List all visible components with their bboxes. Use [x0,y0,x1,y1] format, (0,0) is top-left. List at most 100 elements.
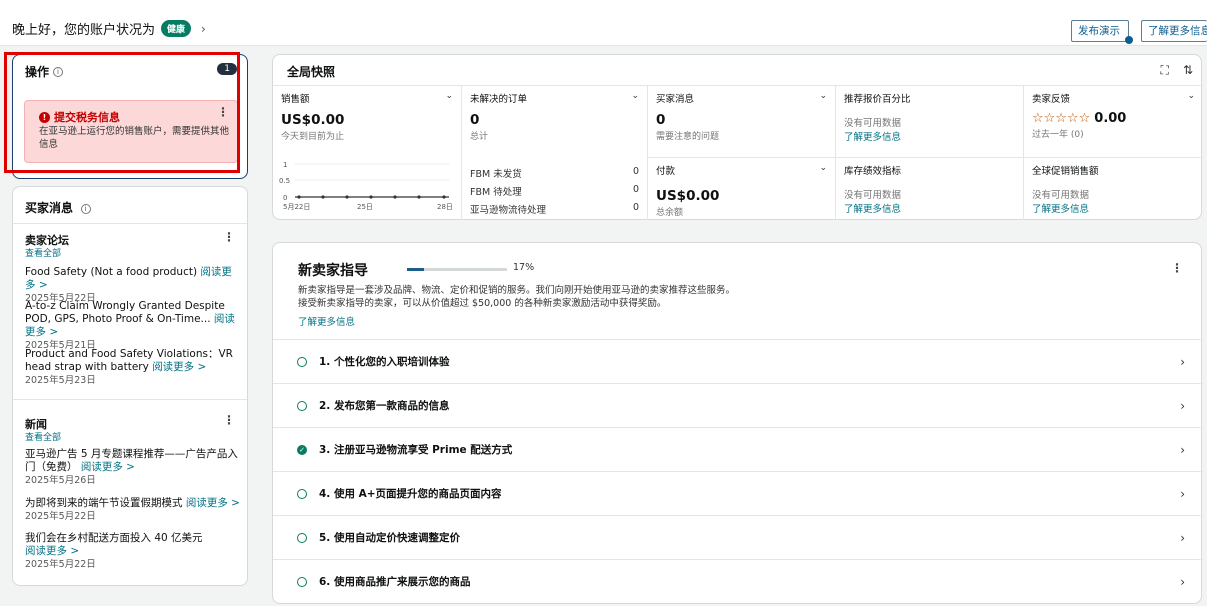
highlight-box [4,52,240,173]
chevron-down-icon[interactable]: ⌄ [819,91,827,101]
read-more-link[interactable]: 阅读更多 > [152,361,206,373]
feedback-label: 卖家反馈 [1032,94,1071,105]
new-seller-guidance-card: 新卖家指导 17% ⋮ 新卖家指导是一套涉及品牌、物流、定价和促销的服务。我们向… [272,242,1203,604]
chevron-right-icon[interactable]: › [1180,355,1185,369]
open-orders-tile[interactable]: 未解决的订单 ⌄ 0 总计 [461,85,647,157]
inventory-label: 库存绩效指标 [844,166,902,177]
no-data-text: 没有可用数据 [844,190,902,201]
completed-check-icon: ✓ [297,444,307,455]
no-data-text: 没有可用数据 [844,118,902,129]
star-rating-icon: ☆☆☆☆☆ [1032,111,1091,126]
forum-more-icon[interactable]: ⋮ [223,230,235,244]
guidance-step[interactable]: 5. 使用自动定价快速调整定价 › [273,515,1203,559]
global-promotion-sales-tile[interactable]: 全球促销销售额 没有可用数据 了解更多信息 [1023,157,1203,220]
list-item[interactable]: 亚马逊物流待处理 0 [470,202,639,216]
chevron-down-icon[interactable]: ⌄ [1187,91,1195,101]
payments-label: 付款 [656,166,676,177]
payments-tile[interactable]: 付款 ⌄ US$0.00 总余额 [647,157,835,220]
post-date: 2025年5月23日 [25,375,96,386]
step-label: 3. 注册亚马逊物流享受 Prime 配送方式 [319,444,513,456]
list-item: 亚马逊广告 5 月专题课程推荐——广告产品入门（免费） 阅读更多 > 2025年… [25,448,240,487]
chevron-down-icon[interactable]: ⌄ [631,91,639,101]
payments-sub: 总余额 [656,208,684,218]
incomplete-circle-icon [297,400,307,411]
sales-tile[interactable]: 销售额 ⌄ US$0.00 今天到目前为止 1 0.5 0 5月22日 25日 … [273,85,461,220]
x-tick: 5月22日 [283,203,310,211]
step-label: 1. 个性化您的入职培训体验 [319,356,450,368]
y-tick: 0 [283,194,287,202]
incomplete-circle-icon [297,532,307,543]
divider [13,223,247,224]
guidance-progress-percent: 17% [513,262,535,273]
sales-value: US$0.00 [281,112,345,128]
more-options-icon[interactable]: ⋮ [1171,261,1183,275]
list-item[interactable]: FBM 待处理 0 [470,184,639,198]
chevron-right-icon[interactable]: › [1180,531,1185,545]
y-tick: 0.5 [279,177,290,185]
post-title: A-to-z Claim Wrongly Granted Despite POD… [25,300,225,325]
payments-value: US$0.00 [656,188,720,204]
feedback-sub: 过去一年 (0) [1032,130,1084,140]
sales-sub: 今天到目前为止 [281,132,345,142]
seller-feedback-tile[interactable]: 卖家反馈 ⌄ ☆☆☆☆☆ 0.00 过去一年 (0) [1023,85,1203,157]
tour-dot-icon [1125,36,1133,44]
chevron-right-icon[interactable]: › [1180,443,1185,457]
learn-more-button[interactable]: 了解更多信息 [1141,20,1207,42]
read-more-link[interactable]: 阅读更多 > [81,461,135,473]
info-icon[interactable]: i [80,204,91,214]
x-tick: 25日 [357,203,373,211]
kv-value: 0 [632,166,639,177]
learn-more-link[interactable]: 了解更多信息 [844,129,1015,143]
chevron-right-icon[interactable]: › [1180,575,1185,589]
global-promo-label: 全球促销销售额 [1032,166,1099,177]
read-more-link[interactable]: 阅读更多 > [25,545,79,557]
settings-sliders-icon[interactable]: ⇅ [1183,63,1193,78]
guidance-step[interactable]: 1. 个性化您的入职培训体验 › [273,339,1203,383]
health-badge: 健康 [161,20,192,37]
post-date: 2025年5月22日 [25,511,96,522]
featured-offer-tile[interactable]: 推荐报价百分比 没有可用数据 了解更多信息 [835,85,1023,157]
post-title: Food Safety (Not a food product) [25,266,198,278]
news-view-all-link[interactable]: 查看全部 [25,430,61,443]
account-health-greeting[interactable]: 晚上好，您的账户状况为 健康 › [12,19,206,38]
inventory-performance-tile[interactable]: 库存绩效指标 没有可用数据 了解更多信息 [835,157,1023,220]
list-item: A-to-z Claim Wrongly Granted Despite POD… [25,300,240,352]
list-item: 为即将到来的端午节设置假期模式 阅读更多 > 2025年5月22日 [25,497,240,523]
buyer-messages-tile[interactable]: 买家消息 ⌄ 0 需要注意的问题 [647,85,835,157]
divider [13,399,247,400]
incomplete-circle-icon [297,576,307,587]
post-date: 2025年5月26日 [25,475,96,486]
sales-label: 销售额 [281,94,310,105]
learn-more-link[interactable]: 了解更多信息 [844,201,1015,215]
top-bar: 晚上好，您的账户状况为 健康 › 发布演示 了解更多信息 [0,0,1207,46]
read-more-link[interactable]: 阅读更多 > [186,497,240,509]
post-date: 2025年5月22日 [25,559,96,570]
guidance-step[interactable]: 6. 使用商品推广来展示您的商品 › [273,559,1203,603]
guidance-learn-more-link[interactable]: 了解更多信息 [298,314,355,328]
kv-value: 0 [632,202,639,213]
guidance-progress-bar [407,268,507,271]
learn-more-link[interactable]: 了解更多信息 [1032,201,1195,215]
expand-icon[interactable]: ⛶ [1161,63,1169,78]
guidance-step[interactable]: 4. 使用 A+页面提升您的商品页面内容 › [273,471,1203,515]
post-title: 我们会在乡村配送方面投入 40 亿美元 [25,532,203,544]
featured-offer-label: 推荐报价百分比 [844,94,911,105]
buyer-msg-sub: 需要注意的问题 [656,132,720,142]
forum-view-all-link[interactable]: 查看全部 [25,246,61,259]
chevron-right-icon[interactable]: › [1180,399,1185,413]
publish-demo-button[interactable]: 发布演示 [1071,20,1129,42]
chevron-down-icon[interactable]: ⌄ [819,163,827,173]
list-item[interactable]: FBM 未发货 0 [470,166,639,180]
news-more-icon[interactable]: ⋮ [223,413,235,427]
step-label: 2. 发布您第一款商品的信息 [319,400,450,412]
orders-value: 0 [470,112,480,128]
sales-sparkline-chart: 1 0.5 0 5月22日 25日 28日 [279,161,453,211]
guidance-step[interactable]: 2. 发布您第一款商品的信息 › [273,383,1203,427]
guidance-step[interactable]: ✓ 3. 注册亚马逊物流享受 Prime 配送方式 › [273,427,1203,471]
x-tick: 28日 [437,203,453,211]
progress-fill [407,268,424,271]
chevron-down-icon[interactable]: ⌄ [445,91,453,101]
chevron-right-icon[interactable]: › [1180,487,1185,501]
chevron-right-icon[interactable]: › [201,22,206,36]
orders-label: 未解决的订单 [470,94,528,105]
